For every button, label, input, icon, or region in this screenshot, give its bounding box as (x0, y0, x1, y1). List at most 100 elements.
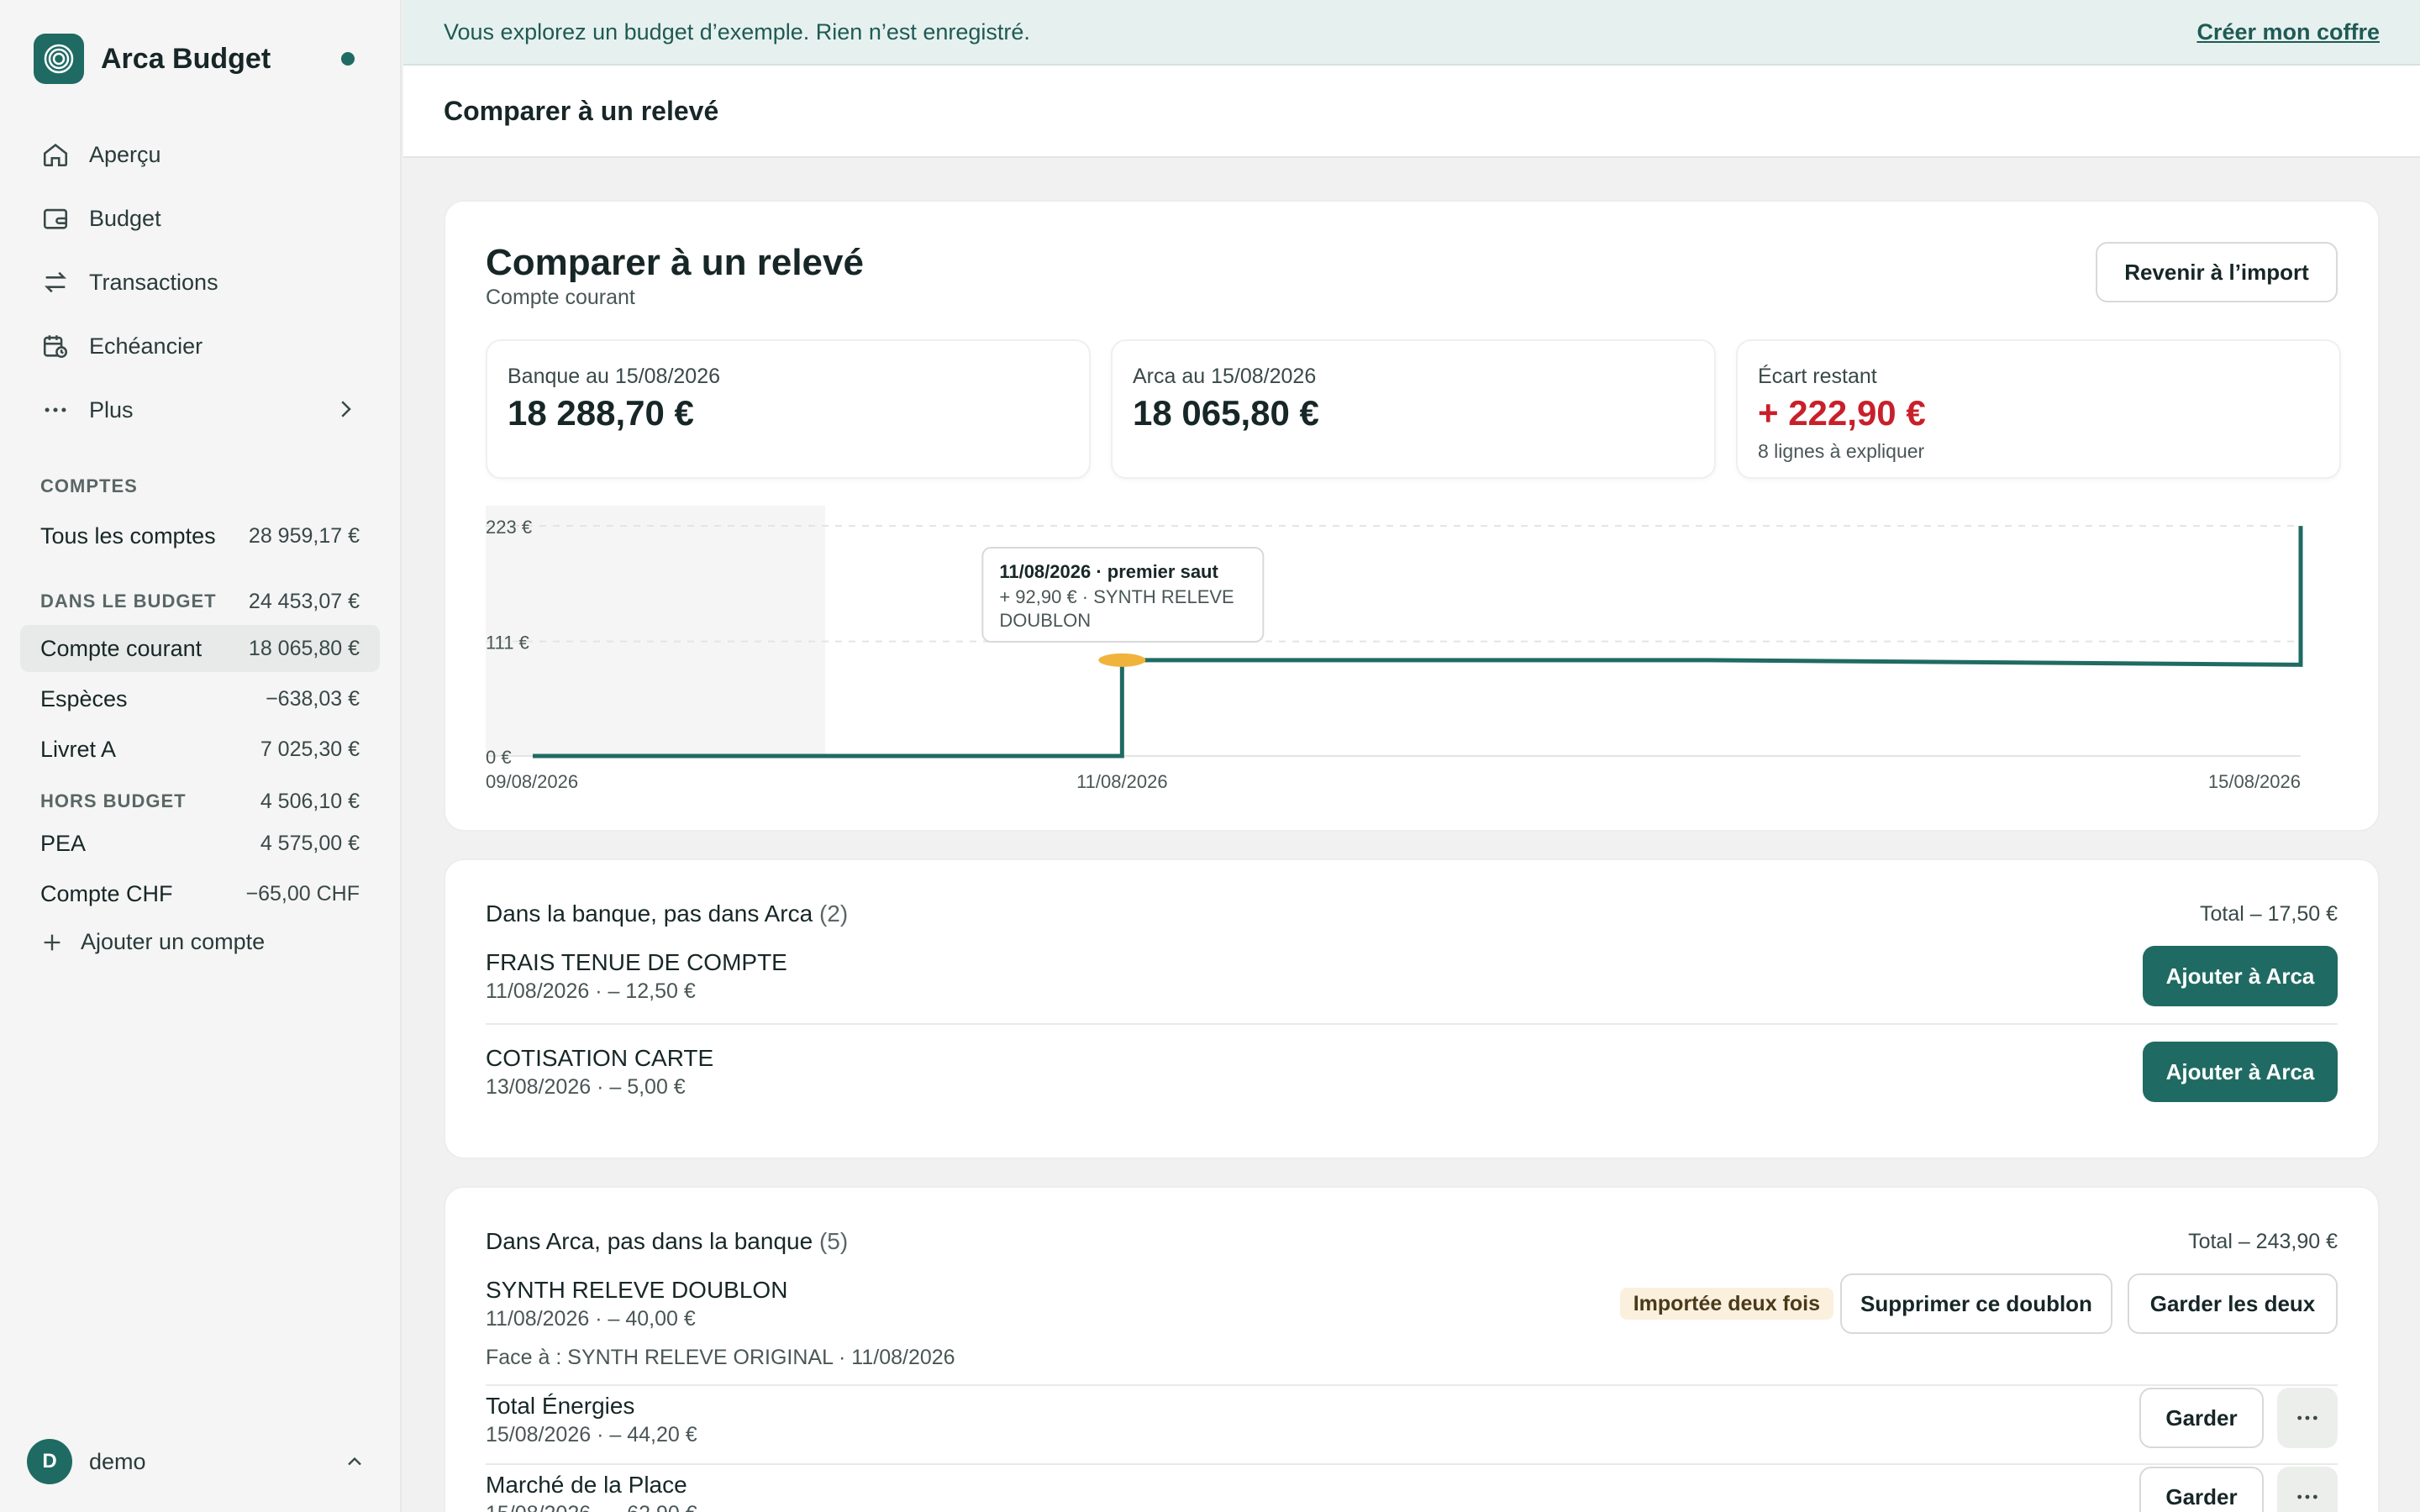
tooltip-title: 11/08/2026 · premier saut (999, 561, 1218, 582)
add-account-label: Ajouter un compte (81, 929, 266, 954)
group-amount: 4 506,10 € (260, 789, 360, 813)
nav-item-budget[interactable]: Budget (20, 186, 381, 250)
arca-row-sub: 15/08/2026 · – 44,20 € (486, 1423, 697, 1446)
create-vault-link[interactable]: Créer mon coffre (2196, 19, 2380, 45)
x-tick-label: 15/08/2026 (2208, 771, 2301, 791)
account-label: Tous les comptes (40, 522, 216, 549)
row-divider (486, 1463, 2338, 1465)
chevron-up-icon (343, 1450, 366, 1478)
home-icon (40, 139, 71, 170)
bank-row-sub: 13/08/2026 · – 5,00 € (486, 1075, 686, 1099)
nav-item-plus[interactable]: Plus (20, 378, 381, 442)
account-compte-chf[interactable]: Compte CHF −65,00 CHF (20, 870, 380, 917)
section-title: Dans la banque, pas dans Arca (486, 900, 813, 927)
group-label: HORS BUDGET (40, 790, 187, 811)
account-label: Livret A (40, 736, 117, 762)
arca-row-sub: 15/08/2026 · – 62,90 € (486, 1502, 697, 1512)
main-nav: Aperçu Budget Transactions Echéancier Pl… (20, 123, 381, 442)
arca-row-title: Marché de la Place (486, 1472, 687, 1498)
stat-remaining-gap: Écart restant + 222,90 € 8 lignes à expl… (1736, 339, 2341, 479)
arca-only-card: Dans Arca, pas dans la banque (5) Total … (444, 1186, 2380, 1512)
highlight-point (1098, 653, 1146, 667)
page-title: Comparer à un relevé (444, 95, 719, 126)
bank-row-sub: 11/08/2026 · – 12,50 € (486, 979, 696, 1003)
nav-item-apercu[interactable]: Aperçu (20, 123, 381, 186)
stat-note: 8 lignes à expliquer (1758, 440, 1925, 462)
more-icon (2297, 1494, 2317, 1499)
keep-both-button[interactable]: Garder les deux (2128, 1273, 2338, 1334)
duplicate-badge: Importée deux fois (1619, 1288, 1833, 1320)
nav-item-transactions[interactable]: Transactions (20, 250, 381, 314)
calendar-clock-icon (40, 331, 71, 361)
add-to-arca-button[interactable]: Ajouter à Arca (2143, 1042, 2338, 1102)
compare-account: Compte courant (486, 286, 635, 309)
arca-row-title: Total Énergies (486, 1393, 635, 1419)
user-name: demo (89, 1448, 146, 1474)
account-pea[interactable]: PEA 4 575,00 € (20, 820, 380, 867)
account-all[interactable]: Tous les comptes 28 959,17 € (20, 512, 380, 559)
bank-only-heading: Dans la banque, pas dans Arca (2) (486, 900, 848, 927)
row-more-button[interactable] (2277, 1467, 2338, 1512)
account-livret-a[interactable]: Livret A 7 025,30 € (20, 726, 380, 773)
back-to-import-button[interactable]: Revenir à l’import (2096, 242, 2338, 302)
stat-bank-balance: Banque au 15/08/2026 18 288,70 € (486, 339, 1091, 479)
x-tick-label: 11/08/2026 (1076, 771, 1167, 791)
group-label: DANS LE BUDGET (40, 591, 217, 612)
account-compte-courant[interactable]: Compte courant 18 065,80 € (20, 625, 380, 672)
group-off-budget: HORS BUDGET 4 506,10 € (20, 783, 380, 820)
account-amount: 28 959,17 € (248, 523, 360, 548)
stat-arca-balance: Arca au 15/08/2026 18 065,80 € (1111, 339, 1716, 479)
group-in-budget: DANS LE BUDGET 24 453,07 € (20, 583, 380, 620)
demo-banner-text: Vous explorez un budget d’exemple. Rien … (444, 18, 1030, 45)
add-to-arca-button[interactable]: Ajouter à Arca (2143, 946, 2338, 1006)
x-tick-label: 09/08/2026 (486, 771, 578, 791)
user-menu[interactable]: D demo (27, 1438, 380, 1485)
nav-label: Plus (89, 396, 134, 423)
avatar: D (27, 1439, 72, 1484)
sync-status-dot (341, 52, 355, 66)
account-amount: 18 065,80 € (248, 636, 360, 660)
account-especes[interactable]: Espèces −638,03 € (20, 675, 380, 722)
gap-chart[interactable]: 0 € 111 € 223 € 09/08/2026 11/08/2026 15/08/2… (486, 506, 2341, 791)
duplicate-row-title: SYNTH RELEVE DOUBLON (486, 1277, 788, 1303)
bank-row-title: COTISATION CARTE (486, 1045, 714, 1071)
tooltip-line: DOUBLON (999, 610, 1091, 631)
page-header: Comparer à un relevé (403, 66, 2420, 158)
keep-button[interactable]: Garder (2139, 1467, 2264, 1512)
add-account-button[interactable]: Ajouter un compte (40, 929, 265, 955)
section-count: (5) (818, 1228, 849, 1254)
stat-label: Écart restant (1758, 365, 1877, 388)
brand[interactable]: Arca Budget (34, 34, 271, 84)
more-icon (40, 395, 71, 425)
nav-label: Aperçu (89, 141, 161, 167)
nav-label: Echéancier (89, 333, 203, 359)
nav-label: Transactions (89, 269, 218, 295)
account-amount: 7 025,30 € (260, 737, 360, 761)
section-total: Total – 17,50 € (2199, 902, 2338, 926)
delete-duplicate-button[interactable]: Supprimer ce doublon (1840, 1273, 2112, 1334)
y-tick-label: 223 € (486, 517, 532, 538)
stat-label: Banque au 15/08/2026 (508, 365, 721, 388)
nav-label: Budget (89, 205, 161, 231)
chevron-right-icon (333, 396, 358, 428)
bank-row-title: FRAIS TENUE DE COMPTE (486, 949, 787, 975)
row-more-button[interactable] (2277, 1388, 2338, 1448)
compare-title: Comparer à un relevé (486, 242, 864, 283)
section-total: Total – 243,90 € (2188, 1230, 2338, 1253)
arca-logo-icon (34, 34, 84, 84)
demo-banner: Vous explorez un budget d’exemple. Rien … (403, 0, 2420, 66)
account-label: PEA (40, 830, 87, 856)
accounts-section-title: COMPTES (40, 475, 138, 496)
duplicate-face: Face à : SYNTH RELEVE ORIGINAL · 11/08/2… (486, 1346, 955, 1369)
row-divider (486, 1384, 2338, 1386)
account-amount: −65,00 CHF (245, 881, 360, 906)
stat-label: Arca au 15/08/2026 (1133, 365, 1317, 388)
keep-button[interactable]: Garder (2139, 1388, 2264, 1448)
y-tick-label: 111 € (486, 633, 529, 654)
stat-value: 18 065,80 € (1133, 393, 1319, 433)
stat-value: 18 288,70 € (508, 393, 694, 433)
stat-value: + 222,90 € (1758, 393, 1926, 433)
group-amount: 24 453,07 € (248, 589, 360, 613)
nav-item-echeancier[interactable]: Echéancier (20, 314, 381, 378)
wallet-icon (40, 203, 71, 234)
